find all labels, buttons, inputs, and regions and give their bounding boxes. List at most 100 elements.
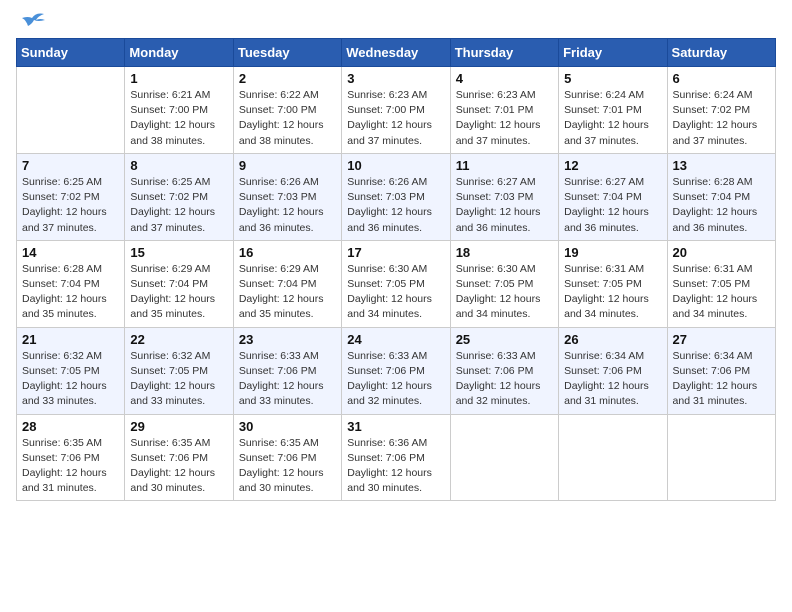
calendar-cell-week3-day5: 19Sunrise: 6:31 AMSunset: 7:05 PMDayligh… <box>559 240 667 327</box>
calendar-cell-week5-day0: 28Sunrise: 6:35 AMSunset: 7:06 PMDayligh… <box>17 414 125 501</box>
logo-bird-icon <box>18 10 46 30</box>
day-number: 24 <box>347 332 444 347</box>
calendar-cell-week1-day3: 3Sunrise: 6:23 AMSunset: 7:00 PMDaylight… <box>342 67 450 154</box>
calendar-header-sunday: Sunday <box>17 39 125 67</box>
calendar-week-row-5: 28 Sunrise: 6:35 AMSunset: 7:06 PMDayligh… <box>17 414 776 501</box>
day-number: 15 <box>130 245 227 260</box>
calendar-cell-week1-day2: 2 Sunrise: 6:22 AMSunset: 7:00 PMDaylight… <box>233 67 341 154</box>
day-number: 27 <box>673 332 770 347</box>
day-info: Sunrise: 6:24 AMSunset: 7:01 PMDaylight:… <box>564 88 661 149</box>
day-number: 20 <box>673 245 770 260</box>
day-number: 7 <box>22 158 119 173</box>
day-info: Sunrise: 6:22 AMSunset: 7:00 PMDaylight:… <box>239 88 336 149</box>
calendar-cell-week2-day6: 13Sunrise: 6:28 AMSunset: 7:04 PMDayligh… <box>667 153 775 240</box>
calendar-cell-week1-day4: 4Sunrise: 6:23 AMSunset: 7:01 PMDaylight… <box>450 67 558 154</box>
calendar-cell-week5-day2: 30 Sunrise: 6:35 AMSunset: 7:06 PMDayligh… <box>233 414 341 501</box>
day-info: Sunrise: 6:29 AMSunset: 7:04 PMDaylight:… <box>130 262 227 323</box>
day-info: Sunrise: 6:24 AMSunset: 7:02 PMDaylight:… <box>673 88 770 149</box>
day-info: Sunrise: 6:21 AMSunset: 7:00 PMDaylight:… <box>130 88 227 149</box>
calendar-cell-week2-day1: 8Sunrise: 6:25 AMSunset: 7:02 PMDaylight… <box>125 153 233 240</box>
day-info: Sunrise: 6:31 AMSunset: 7:05 PMDaylight:… <box>673 262 770 323</box>
day-info: Sunrise: 6:33 AMSunset: 7:06 PMDaylight:… <box>347 349 444 410</box>
day-info: Sunrise: 6:35 AMSunset: 7:06 PMDaylight:… <box>130 436 227 497</box>
calendar-week-row-3: 14 Sunrise: 6:28 AMSunset: 7:04 PMDayligh… <box>17 240 776 327</box>
day-number: 14 <box>22 245 119 260</box>
day-number: 26 <box>564 332 661 347</box>
calendar-header-friday: Friday <box>559 39 667 67</box>
calendar-header-thursday: Thursday <box>450 39 558 67</box>
calendar-cell-week3-day4: 18 Sunrise: 6:30 AMSunset: 7:05 PMDayligh… <box>450 240 558 327</box>
calendar-table: SundayMondayTuesdayWednesdayThursdayFrid… <box>16 38 776 501</box>
calendar-week-row-1: 1 Sunrise: 6:21 AMSunset: 7:00 PMDaylight… <box>17 67 776 154</box>
calendar-header-row: SundayMondayTuesdayWednesdayThursdayFrid… <box>17 39 776 67</box>
day-info: Sunrise: 6:33 AMSunset: 7:06 PMDaylight:… <box>456 349 553 410</box>
day-info: Sunrise: 6:27 AMSunset: 7:03 PMDaylight:… <box>456 175 553 236</box>
calendar-cell-week1-day6: 6 Sunrise: 6:24 AMSunset: 7:02 PMDaylight… <box>667 67 775 154</box>
calendar-cell-week2-day0: 7 Sunrise: 6:25 AMSunset: 7:02 PMDaylight… <box>17 153 125 240</box>
day-info: Sunrise: 6:32 AMSunset: 7:05 PMDaylight:… <box>22 349 119 410</box>
calendar-cell-week2-day4: 11Sunrise: 6:27 AMSunset: 7:03 PMDayligh… <box>450 153 558 240</box>
day-number: 21 <box>22 332 119 347</box>
day-info: Sunrise: 6:35 AMSunset: 7:06 PMDaylight:… <box>239 436 336 497</box>
day-number: 6 <box>673 71 770 86</box>
calendar-cell-week5-day4 <box>450 414 558 501</box>
day-info: Sunrise: 6:23 AMSunset: 7:01 PMDaylight:… <box>456 88 553 149</box>
calendar-cell-week4-day5: 26 Sunrise: 6:34 AMSunset: 7:06 PMDayligh… <box>559 327 667 414</box>
day-info: Sunrise: 6:26 AMSunset: 7:03 PMDaylight:… <box>347 175 444 236</box>
calendar-cell-week1-day0 <box>17 67 125 154</box>
day-number: 5 <box>564 71 661 86</box>
calendar-week-row-2: 7 Sunrise: 6:25 AMSunset: 7:02 PMDaylight… <box>17 153 776 240</box>
logo <box>16 16 46 30</box>
calendar-cell-week3-day2: 16 Sunrise: 6:29 AMSunset: 7:04 PMDayligh… <box>233 240 341 327</box>
calendar-cell-week4-day4: 25 Sunrise: 6:33 AMSunset: 7:06 PMDayligh… <box>450 327 558 414</box>
calendar-week-row-4: 21 Sunrise: 6:32 AMSunset: 7:05 PMDayligh… <box>17 327 776 414</box>
day-number: 25 <box>456 332 553 347</box>
day-info: Sunrise: 6:25 AMSunset: 7:02 PMDaylight:… <box>22 175 119 236</box>
day-info: Sunrise: 6:30 AMSunset: 7:05 PMDaylight:… <box>456 262 553 323</box>
calendar-cell-week3-day3: 17 Sunrise: 6:30 AMSunset: 7:05 PMDayligh… <box>342 240 450 327</box>
calendar-cell-week2-day2: 9 Sunrise: 6:26 AMSunset: 7:03 PMDaylight… <box>233 153 341 240</box>
day-number: 9 <box>239 158 336 173</box>
calendar-cell-week4-day2: 23Sunrise: 6:33 AMSunset: 7:06 PMDayligh… <box>233 327 341 414</box>
day-number: 12 <box>564 158 661 173</box>
day-number: 17 <box>347 245 444 260</box>
calendar-cell-week5-day3: 31 Sunrise: 6:36 AMSunset: 7:06 PMDayligh… <box>342 414 450 501</box>
calendar-cell-week4-day6: 27 Sunrise: 6:34 AMSunset: 7:06 PMDayligh… <box>667 327 775 414</box>
day-number: 16 <box>239 245 336 260</box>
calendar-cell-week5-day1: 29 Sunrise: 6:35 AMSunset: 7:06 PMDayligh… <box>125 414 233 501</box>
day-number: 8 <box>130 158 227 173</box>
day-number: 28 <box>22 419 119 434</box>
day-number: 22 <box>130 332 227 347</box>
calendar-cell-week2-day3: 10 Sunrise: 6:26 AMSunset: 7:03 PMDayligh… <box>342 153 450 240</box>
calendar-header-saturday: Saturday <box>667 39 775 67</box>
day-number: 29 <box>130 419 227 434</box>
day-number: 1 <box>130 71 227 86</box>
calendar-cell-week1-day1: 1 Sunrise: 6:21 AMSunset: 7:00 PMDaylight… <box>125 67 233 154</box>
calendar-header-monday: Monday <box>125 39 233 67</box>
day-number: 30 <box>239 419 336 434</box>
calendar-cell-week2-day5: 12Sunrise: 6:27 AMSunset: 7:04 PMDayligh… <box>559 153 667 240</box>
day-info: Sunrise: 6:34 AMSunset: 7:06 PMDaylight:… <box>673 349 770 410</box>
calendar-cell-week4-day0: 21 Sunrise: 6:32 AMSunset: 7:05 PMDayligh… <box>17 327 125 414</box>
day-number: 19 <box>564 245 661 260</box>
calendar-cell-week5-day5 <box>559 414 667 501</box>
day-number: 23 <box>239 332 336 347</box>
day-info: Sunrise: 6:26 AMSunset: 7:03 PMDaylight:… <box>239 175 336 236</box>
calendar-cell-week3-day1: 15 Sunrise: 6:29 AMSunset: 7:04 PMDayligh… <box>125 240 233 327</box>
calendar-cell-week3-day6: 20 Sunrise: 6:31 AMSunset: 7:05 PMDayligh… <box>667 240 775 327</box>
day-number: 2 <box>239 71 336 86</box>
calendar-cell-week4-day3: 24 Sunrise: 6:33 AMSunset: 7:06 PMDayligh… <box>342 327 450 414</box>
day-info: Sunrise: 6:32 AMSunset: 7:05 PMDaylight:… <box>130 349 227 410</box>
page-header <box>16 16 776 30</box>
day-info: Sunrise: 6:36 AMSunset: 7:06 PMDaylight:… <box>347 436 444 497</box>
day-number: 13 <box>673 158 770 173</box>
day-info: Sunrise: 6:23 AMSunset: 7:00 PMDaylight:… <box>347 88 444 149</box>
day-number: 10 <box>347 158 444 173</box>
day-info: Sunrise: 6:30 AMSunset: 7:05 PMDaylight:… <box>347 262 444 323</box>
day-info: Sunrise: 6:29 AMSunset: 7:04 PMDaylight:… <box>239 262 336 323</box>
day-info: Sunrise: 6:34 AMSunset: 7:06 PMDaylight:… <box>564 349 661 410</box>
calendar-cell-week4-day1: 22 Sunrise: 6:32 AMSunset: 7:05 PMDayligh… <box>125 327 233 414</box>
day-number: 31 <box>347 419 444 434</box>
day-number: 18 <box>456 245 553 260</box>
day-info: Sunrise: 6:28 AMSunset: 7:04 PMDaylight:… <box>22 262 119 323</box>
